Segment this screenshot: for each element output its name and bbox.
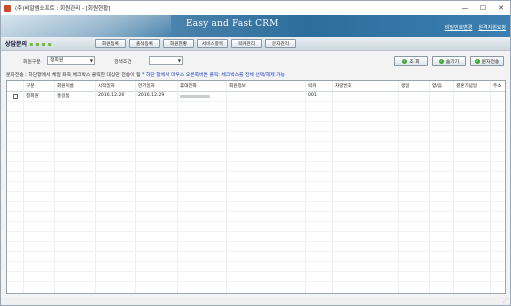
row-divider xyxy=(7,151,505,152)
send-sms-button-label: 문자전송 xyxy=(481,59,500,65)
search-condition-label: 검색조건 xyxy=(114,60,132,65)
menu-sms-management[interactable]: 문자관리 xyxy=(265,39,296,48)
column-header-birthday[interactable]: 생일 xyxy=(401,83,409,89)
row-divider xyxy=(7,141,505,142)
app-window: (주)비알엠소프트 : 회원관리 - [회원현황] — ☐ ✕ Easy and… xyxy=(0,0,511,306)
row-divider xyxy=(7,101,505,102)
cell-end-date: 2016.12.29 xyxy=(138,93,165,98)
row-divider xyxy=(7,201,505,202)
remote-support-link[interactable]: 원격지원요청 xyxy=(478,24,506,31)
consult-prefix: 상담문의 xyxy=(5,41,28,48)
search-button-label: 조 회 xyxy=(409,59,420,65)
column-header-mobile[interactable]: 휴대전화 xyxy=(180,83,197,89)
filter-bar: 회원구분 정회원 ▼ 검색조건 ▼ ✓ 조 회 ✓ 숨기기 ✓ 문자전송 xyxy=(1,54,510,70)
table-row[interactable]: 정회원 홍길동 2016.12.26 2016.12.29 001 xyxy=(7,91,505,101)
menu-locker-management[interactable]: 락커관리 xyxy=(231,39,262,48)
consult-label: 상담문의 ▪ ▪ ▪ ▪ xyxy=(5,39,52,48)
row-divider xyxy=(7,171,505,172)
column-header-start-date[interactable]: 시작일자 xyxy=(98,83,115,89)
row-divider xyxy=(7,221,505,222)
app-icon xyxy=(4,4,11,12)
row-divider xyxy=(7,161,505,162)
row-divider xyxy=(7,241,505,242)
notice-text: 문자전송 : 하단항에서 체일 좌측 체크박스 클릭한 대상만 전송이 됨 * … xyxy=(6,71,285,78)
member-table[interactable]: 구분 회원이름 시작일자 만기일자 휴대전화 회원정보 락커 차량번호 생일 양… xyxy=(6,80,506,294)
maximize-button[interactable]: ☐ xyxy=(474,1,492,15)
row-divider xyxy=(7,191,505,192)
column-header-lunar[interactable]: 양/음 xyxy=(432,83,442,89)
menu-member-register[interactable]: 회원등록 xyxy=(95,39,126,48)
column-header-address[interactable]: 주소 xyxy=(493,83,501,89)
cell-locker: 001 xyxy=(308,93,317,98)
resize-grip-icon[interactable]: ⋰ xyxy=(503,298,508,304)
row-divider xyxy=(7,281,505,282)
column-header-category[interactable]: 구분 xyxy=(26,83,34,89)
cell-category: 정회원 xyxy=(26,94,39,99)
search-icon: ✓ xyxy=(402,58,408,64)
member-type-label: 회원구분 xyxy=(23,60,41,65)
brand-title: Easy and Fast CRM xyxy=(186,19,279,29)
column-header-anniversary[interactable]: 결혼기념일 xyxy=(456,83,477,89)
hide-button-label: 숨기기 xyxy=(445,59,460,65)
row-divider xyxy=(7,271,505,272)
row-divider xyxy=(7,261,505,262)
consult-phone: ▪ ▪ ▪ ▪ xyxy=(29,41,52,48)
row-divider xyxy=(7,251,505,252)
column-header-locker[interactable]: 락커 xyxy=(308,83,316,89)
change-password-link[interactable]: 비밀번호변경 xyxy=(445,24,473,31)
cell-mobile-redacted xyxy=(180,95,210,98)
cell-name: 홍길동 xyxy=(57,94,70,99)
member-type-value: 정회원 xyxy=(50,58,64,63)
banner-graphic xyxy=(1,15,171,37)
minimize-button[interactable]: — xyxy=(456,1,474,15)
menu-member-status[interactable]: 회원현황 xyxy=(163,39,194,48)
row-divider xyxy=(7,111,505,112)
row-divider xyxy=(7,231,505,232)
column-header-member-info[interactable]: 회원정보 xyxy=(229,83,246,89)
hide-icon: ✓ xyxy=(438,58,444,64)
sms-icon: ✓ xyxy=(474,58,480,64)
member-type-select[interactable]: 정회원 ▼ xyxy=(47,56,95,65)
menu-attendance-register[interactable]: 출석등록 xyxy=(129,39,160,48)
row-divider xyxy=(7,131,505,132)
column-header-car-number[interactable]: 차량번호 xyxy=(335,83,352,89)
chevron-down-icon: ▼ xyxy=(89,58,93,63)
window-title: (주)비알엠소프트 : 회원관리 - [회원현황] xyxy=(15,6,111,12)
cell-start-date: 2016.12.26 xyxy=(98,93,125,98)
menu-service-items[interactable]: 서비스항목 xyxy=(197,39,228,48)
status-bar: ⋰ xyxy=(1,297,510,305)
column-header-end-date[interactable]: 만기일자 xyxy=(138,83,155,89)
header-banner: Easy and Fast CRM 비밀번호변경 원격지원요청 xyxy=(1,15,510,37)
notice-main: 문자전송 : 하단항에서 체일 좌측 체크박스 클릭한 대상만 전송이 됨 xyxy=(6,73,141,78)
close-button[interactable]: ✕ xyxy=(492,1,510,15)
search-condition-select[interactable]: ▼ xyxy=(149,56,183,65)
search-button[interactable]: ✓ 조 회 xyxy=(394,56,428,66)
row-divider xyxy=(7,181,505,182)
row-divider xyxy=(7,121,505,122)
title-bar: (주)비알엠소프트 : 회원관리 - [회원현황] — ☐ ✕ xyxy=(1,1,510,15)
send-sms-button[interactable]: ✓ 문자전송 xyxy=(470,56,504,66)
column-header-name[interactable]: 회원이름 xyxy=(57,83,74,89)
chevron-down-icon: ▼ xyxy=(177,58,181,63)
hide-button[interactable]: ✓ 숨기기 xyxy=(432,56,466,66)
row-checkbox[interactable] xyxy=(13,94,18,99)
row-divider xyxy=(7,211,505,212)
notice-hint: * 하단 항에서 마우스 오른쪽버튼 클릭: 체크박스를 전체 선택/해제 가능 xyxy=(142,73,285,78)
main-menu: 상담문의 ▪ ▪ ▪ ▪ 회원등록 출석등록 회원현황 서비스항목 락커관리 문… xyxy=(1,37,510,51)
